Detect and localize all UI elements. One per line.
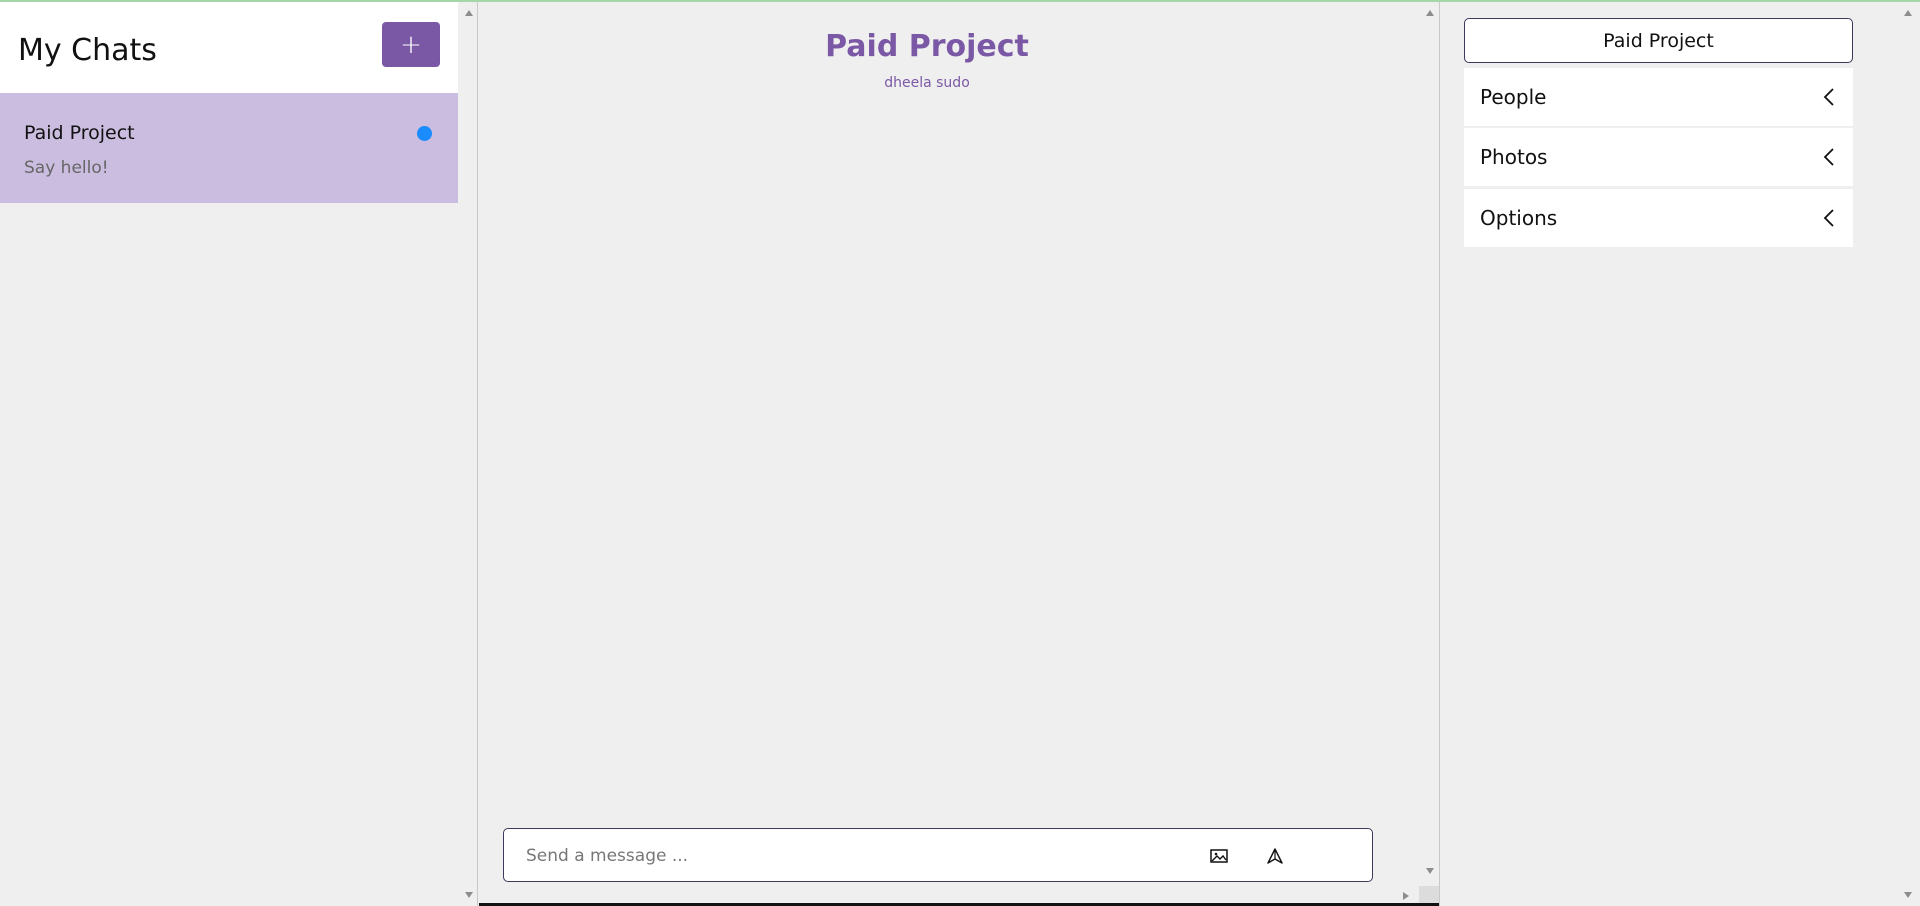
group-name-button[interactable]: Paid Project: [1464, 18, 1853, 63]
chevron-left-icon: [1823, 209, 1834, 227]
send-icon[interactable]: [1264, 845, 1286, 867]
scroll-up-arrow-icon[interactable]: [465, 10, 473, 16]
scroll-down-arrow-icon[interactable]: [1426, 868, 1434, 874]
section-label: Options: [1480, 206, 1558, 230]
conversation-title: Paid Project: [825, 29, 1029, 64]
chat-details-panel: Paid Project People Photos Options: [1441, 2, 1920, 906]
chat-list-item[interactable]: Paid Project Say hello!: [0, 93, 458, 203]
section-label: Photos: [1480, 145, 1548, 169]
scroll-down-arrow-icon[interactable]: [465, 892, 473, 898]
conversation-scrollbar[interactable]: [1421, 2, 1439, 906]
new-chat-button[interactable]: +: [382, 22, 440, 67]
scroll-down-arrow-icon[interactable]: [1904, 892, 1912, 898]
chevron-left-icon: [1823, 88, 1834, 106]
section-photos[interactable]: Photos: [1464, 128, 1853, 186]
scroll-up-arrow-icon[interactable]: [1426, 10, 1434, 16]
conversation-subtitle: dheela sudo: [884, 75, 970, 91]
message-composer: [503, 828, 1373, 882]
section-label: People: [1480, 85, 1547, 109]
unread-indicator-dot: [417, 126, 432, 141]
image-icon[interactable]: [1208, 845, 1230, 867]
conversation-panel: Paid Project dheela sudo: [479, 2, 1440, 906]
chat-list-panel: My Chats + Paid Project Say hello!: [0, 2, 478, 906]
section-options[interactable]: Options: [1464, 189, 1853, 247]
chevron-left-icon: [1823, 148, 1834, 166]
chat-item-name: Paid Project: [24, 122, 135, 144]
message-input[interactable]: [526, 843, 1176, 869]
chat-list-header: My Chats +: [0, 2, 458, 93]
scroll-up-arrow-icon[interactable]: [1904, 10, 1912, 16]
details-scrollbar[interactable]: [1899, 2, 1917, 906]
chat-list-content: My Chats + Paid Project Say hello!: [0, 2, 458, 906]
chat-list-scrollbar[interactable]: [460, 2, 478, 906]
chat-list-title: My Chats: [18, 33, 157, 68]
scroll-right-arrow-icon[interactable]: [1403, 892, 1409, 900]
chat-item-preview: Say hello!: [24, 158, 109, 178]
section-people[interactable]: People: [1464, 68, 1853, 126]
